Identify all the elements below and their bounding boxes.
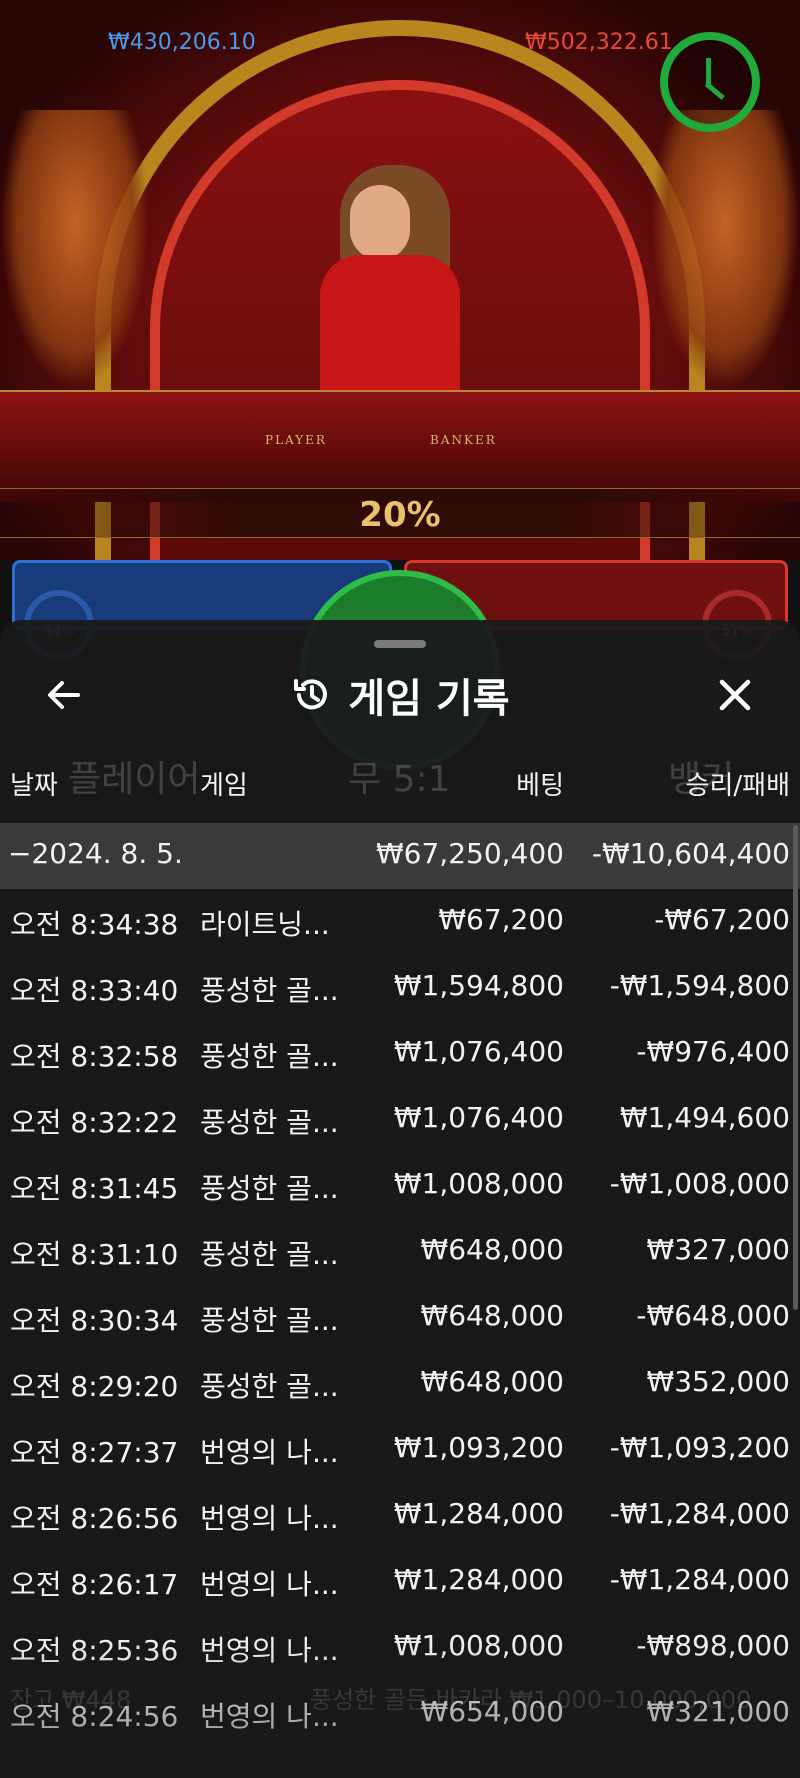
table-row[interactable]: 오전 8:25:36 번영의 나... ₩1,008,000 -₩898,000: [0, 1615, 800, 1681]
row-win-loss: ₩327,000: [646, 1233, 790, 1266]
row-game: 번영의 나...: [200, 1502, 339, 1535]
row-game: 번영의 나...: [200, 1436, 339, 1469]
banker-total-amount: ₩502,322.61: [525, 30, 673, 55]
row-game: 라이트닝...: [200, 908, 330, 941]
row-bet: ₩1,284,000: [393, 1497, 564, 1530]
row-win-loss: -₩898,000: [636, 1629, 790, 1662]
row-game: 번영의 나...: [200, 1634, 339, 1667]
summary-date: −2024. 8. 5.: [8, 837, 183, 870]
row-time: 오전 8:34:38: [10, 908, 179, 941]
row-game: 풍성한 골...: [200, 974, 339, 1007]
row-game: 번영의 나...: [200, 1568, 339, 1601]
row-win-loss: -₩648,000: [636, 1299, 790, 1332]
row-bet: ₩1,008,000: [393, 1167, 564, 1200]
row-bet: ₩1,076,400: [393, 1035, 564, 1068]
row-time: 오전 8:25:36: [10, 1634, 179, 1667]
row-win-loss: -₩976,400: [636, 1035, 790, 1068]
dealer-face: [350, 185, 410, 260]
row-bet: ₩648,000: [420, 1365, 564, 1398]
table-row[interactable]: 오전 8:31:10 풍성한 골... ₩648,000 ₩327,000: [0, 1219, 800, 1285]
player-total-amount: ₩430,206.10: [108, 30, 256, 55]
row-bet: ₩1,008,000: [393, 1629, 564, 1662]
summary-bet: ₩67,250,400: [375, 837, 564, 870]
history-table: −2024. 8. 5. ₩67,250,400 -₩10,604,400 오전…: [0, 823, 800, 1747]
row-win-loss: -₩1,284,000: [609, 1563, 790, 1596]
ghost-balance: 잔고 ₩448: [10, 1686, 132, 1714]
table-row[interactable]: 오전 8:32:58 풍성한 골... ₩1,076,400 -₩976,400: [0, 1021, 800, 1087]
row-game: 풍성한 골...: [200, 1172, 339, 1205]
row-bet: ₩648,000: [420, 1299, 564, 1332]
column-date: 날짜: [10, 771, 58, 801]
row-time: 오전 8:31:10: [10, 1238, 179, 1271]
row-game: 풍성한 골...: [200, 1040, 339, 1073]
row-bet: ₩1,093,200: [393, 1431, 564, 1464]
sheet-header: 게임 기록: [0, 670, 800, 722]
table-row[interactable]: 오전 8:32:22 풍성한 골... ₩1,076,400 ₩1,494,600: [0, 1087, 800, 1153]
date-summary-row[interactable]: −2024. 8. 5. ₩67,250,400 -₩10,604,400: [0, 823, 800, 889]
table-row[interactable]: 오전 8:34:38 라이트닝... ₩67,200 -₩67,200: [0, 889, 800, 955]
table-label-banker: BANKER: [430, 433, 497, 447]
row-bet: ₩1,284,000: [393, 1563, 564, 1596]
row-win-loss: -₩67,200: [654, 903, 790, 936]
close-icon: [719, 679, 751, 711]
row-win-loss: -₩1,008,000: [609, 1167, 790, 1200]
row-win-loss: -₩1,284,000: [609, 1497, 790, 1530]
right-dragon-statue: [650, 110, 800, 390]
table-row[interactable]: 오전 8:27:37 번영의 나... ₩1,093,200 -₩1,093,200: [0, 1417, 800, 1483]
timer-clock-icon: [660, 32, 760, 132]
row-time: 오전 8:33:40: [10, 974, 179, 1007]
row-time: 오전 8:27:37: [10, 1436, 179, 1469]
left-dragon-statue: [0, 110, 150, 390]
column-win-loss: 승리/패배: [685, 771, 790, 801]
row-win-loss: -₩1,093,200: [609, 1431, 790, 1464]
row-game: 풍성한 골...: [200, 1106, 339, 1139]
table-row[interactable]: 오전 8:31:45 풍성한 골... ₩1,008,000 -₩1,008,000: [0, 1153, 800, 1219]
sheet-drag-handle[interactable]: [374, 640, 426, 648]
game-history-sheet: 플레이어 무 5:1 뱅커 게임 기록 날짜 게임 베팅 승리/패배 −2024…: [0, 620, 800, 1778]
live-video: PLAYER BANKER: [0, 0, 800, 560]
row-game: 풍성한 골...: [200, 1304, 339, 1337]
row-bet: ₩1,594,800: [393, 969, 564, 1002]
row-time: 오전 8:32:58: [10, 1040, 179, 1073]
row-time: 오전 8:30:34: [10, 1304, 179, 1337]
summary-win-loss: -₩10,604,400: [591, 837, 790, 870]
column-game: 게임: [200, 771, 248, 801]
column-bet: 베팅: [516, 771, 564, 801]
row-win-loss: ₩1,494,600: [619, 1101, 790, 1134]
ghost-table-info: 풍성한 골든 바카라 ₩1,000–10,000,000: [310, 1686, 752, 1714]
scrollbar[interactable]: [793, 825, 798, 1310]
row-game: 풍성한 골...: [200, 1238, 339, 1271]
row-win-loss: ₩352,000: [646, 1365, 790, 1398]
percentage-banner-text: 20%: [359, 495, 441, 535]
table-header: 날짜 게임 베팅 승리/패배: [0, 765, 800, 811]
row-time: 오전 8:29:20: [10, 1370, 179, 1403]
table-label-player: PLAYER: [265, 433, 327, 447]
row-time: 오전 8:26:56: [10, 1502, 179, 1535]
row-win-loss: -₩1,594,800: [609, 969, 790, 1002]
row-time: 오전 8:26:17: [10, 1568, 179, 1601]
history-icon: [290, 673, 334, 717]
row-time: 오전 8:32:22: [10, 1106, 179, 1139]
row-bet: ₩67,200: [438, 903, 564, 936]
table-row[interactable]: 오전 8:26:17 번영의 나... ₩1,284,000 -₩1,284,000: [0, 1549, 800, 1615]
sheet-title: 게임 기록: [348, 676, 510, 722]
baccarat-table: [0, 390, 800, 502]
table-row[interactable]: 오전 8:30:34 풍성한 골... ₩648,000 -₩648,000: [0, 1285, 800, 1351]
table-row[interactable]: 오전 8:26:56 번영의 나... ₩1,284,000 -₩1,284,000: [0, 1483, 800, 1549]
table-row[interactable]: 오전 8:33:40 풍성한 골... ₩1,594,800 -₩1,594,800: [0, 955, 800, 1021]
row-time: 오전 8:31:45: [10, 1172, 179, 1205]
table-row[interactable]: 오전 8:29:20 풍성한 골... ₩648,000 ₩352,000: [0, 1351, 800, 1417]
row-bet: ₩648,000: [420, 1233, 564, 1266]
dealer: [320, 255, 460, 405]
close-button[interactable]: [710, 670, 760, 720]
row-game: 풍성한 골...: [200, 1370, 339, 1403]
row-bet: ₩1,076,400: [393, 1101, 564, 1134]
